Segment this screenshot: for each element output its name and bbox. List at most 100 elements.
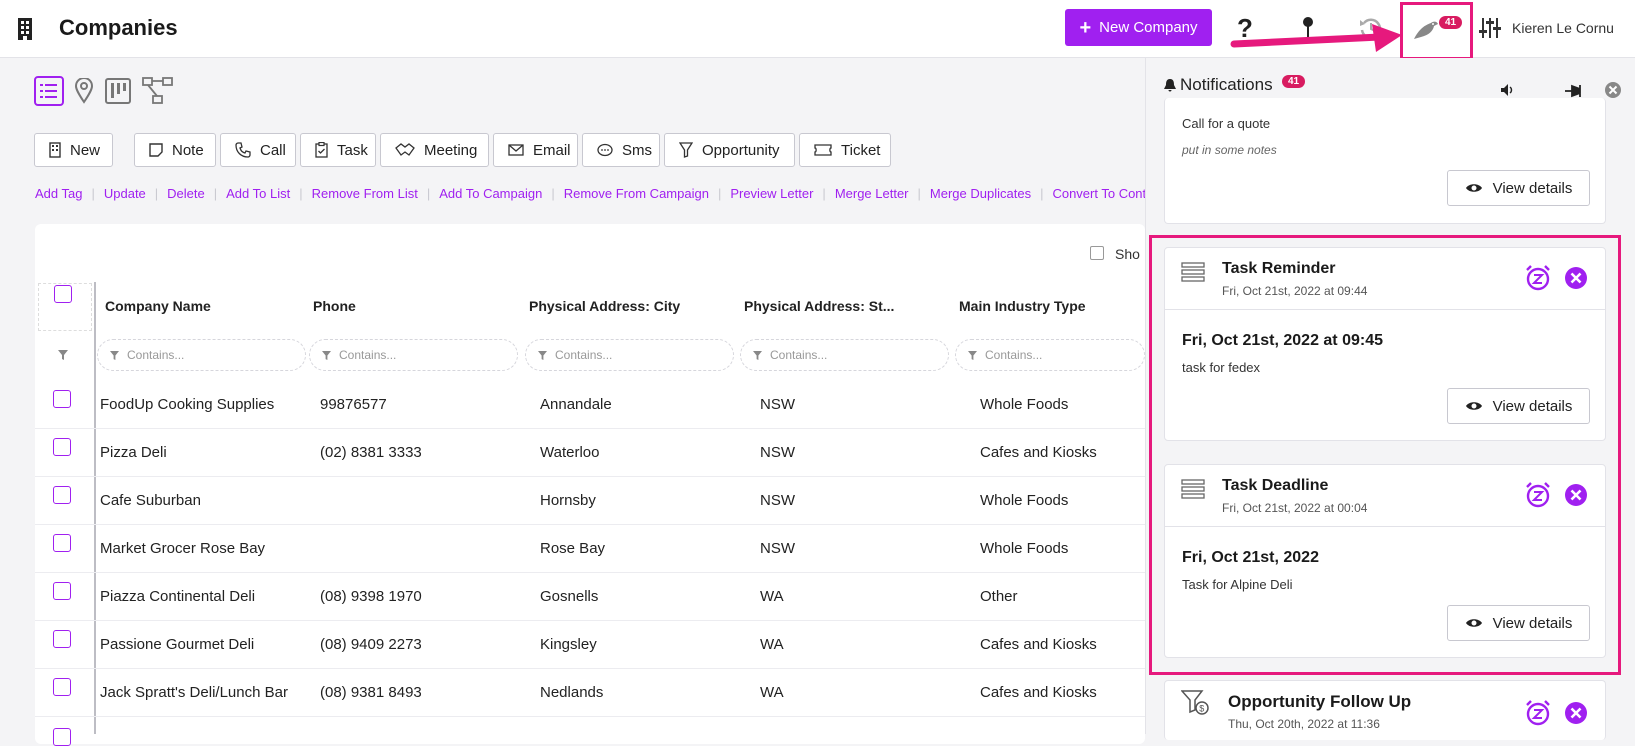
settings-sliders-icon[interactable] [1474,12,1506,44]
industry-cell: Cafes and Kiosks [980,636,1097,653]
close-panel-icon[interactable] [1604,81,1622,99]
map-view-icon[interactable] [69,76,99,106]
note-button[interactable]: Note [134,133,216,167]
notification-title: Task Reminder [1222,260,1336,277]
industry-cell: Cafes and Kiosks [980,444,1097,461]
svg-text:$: $ [1199,704,1204,714]
table-row[interactable]: Passione Gourmet Deli (08) 9409 2273 Kings… [35,621,1145,669]
bulk-actions-links: Add Tag | Update | Delete | Add To List | Re… [35,186,1182,201]
table-row[interactable]: FoodUp Cooking Supplies 99876577 Annandale… [35,381,1145,429]
snooze-alarm-icon[interactable] [1525,482,1551,508]
row-checkbox[interactable] [53,486,71,504]
board-view-icon[interactable] [103,76,133,106]
table-row[interactable]: Jack Spratt's Deli/Lunch Bar (08) 9381 84… [35,669,1145,717]
add-to-list-link[interactable]: Add To List [226,186,290,201]
notification-note: put in some notes [1182,143,1277,157]
view-details-button[interactable]: View details [1447,388,1590,424]
merge-duplicates-link[interactable]: Merge Duplicates [930,186,1031,201]
notification-time: Fri, Oct 21st, 2022 at 00:04 [1222,501,1368,515]
update-link[interactable]: Update [104,186,146,201]
email-button[interactable]: Email [493,133,578,167]
industry-cell: Cafes and Kiosks [980,684,1097,701]
column-header-company-name[interactable]: Company Name [105,298,211,314]
filter-input-state[interactable]: Contains... [740,339,949,371]
chat-bubble-icon [597,143,613,156]
dismiss-icon[interactable] [1564,483,1588,507]
remove-from-campaign-link[interactable]: Remove From Campaign [564,186,709,201]
row-checkbox[interactable] [53,390,71,408]
dismiss-icon[interactable] [1564,266,1588,290]
opportunity-button[interactable]: Opportunity [664,133,795,167]
snooze-alarm-icon[interactable] [1525,265,1551,291]
company-name-cell: Pizza Deli [100,444,167,461]
eye-icon [1465,619,1482,627]
note-label: Note [172,141,204,159]
eye-icon [1465,402,1482,410]
column-header-phone[interactable]: Phone [313,298,356,314]
task-list-icon [1181,262,1205,282]
view-details-button[interactable]: View details [1447,170,1590,206]
state-cell: WA [760,588,784,605]
notification-card-header: Task Reminder Fri, Oct 21st, 2022 at 09:… [1165,248,1605,310]
column-header-state[interactable]: Physical Address: St... [744,298,894,314]
add-to-campaign-link[interactable]: Add To Campaign [439,186,542,201]
row-checkbox[interactable] [53,582,71,600]
show-checkbox[interactable] [1090,246,1104,260]
table-row[interactable]: Cafe Suburban Hornsby NSW Whole Foods [35,477,1145,525]
bell-icon [1164,79,1176,92]
row-checkbox[interactable] [53,438,71,456]
dismiss-icon[interactable] [1564,701,1588,725]
hierarchy-view-icon[interactable] [141,76,175,106]
view-details-button[interactable]: View details [1447,605,1590,641]
meeting-button[interactable]: Meeting [380,133,489,167]
phone-cell: (08) 9398 1970 [320,588,422,605]
list-view-icon[interactable] [34,76,64,106]
notification-title: Opportunity Follow Up [1228,692,1412,711]
row-checkbox[interactable] [53,534,71,552]
table-row[interactable]: Piazza Continental Deli (08) 9398 1970 Gos… [35,573,1145,621]
filter-icon[interactable] [58,350,68,360]
funnel-dollar-icon: $ [1181,690,1209,715]
notification-text: Task for Alpine Deli [1182,577,1293,592]
preview-letter-link[interactable]: Preview Letter [730,186,813,201]
filter-input-city[interactable]: Contains... [525,339,734,371]
column-header-industry[interactable]: Main Industry Type [959,298,1086,314]
column-header-city[interactable]: Physical Address: City [529,298,680,314]
table-row[interactable]: Pizza Deli (02) 8381 3333 Waterloo NSW Cafes… [35,429,1145,477]
merge-letter-link[interactable]: Merge Letter [835,186,909,201]
header-checkbox-cell [38,283,92,331]
show-label: Sho [1115,246,1140,262]
new-company-button[interactable]: + New Company [1065,9,1212,46]
phone-cell: (08) 9381 8493 [320,684,422,701]
handshake-icon [395,143,415,156]
user-name[interactable]: Kieren Le Cornu [1512,20,1614,36]
notification-card-task-deadline: Task Deadline Fri, Oct 21st, 2022 at 00:… [1164,464,1606,658]
snooze-alarm-icon[interactable] [1525,700,1551,726]
add-tag-link[interactable]: Add Tag [35,186,82,201]
call-button[interactable]: Call [220,133,296,167]
filter-input-phone[interactable]: Contains... [309,339,518,371]
notification-title: Task Deadline [1222,477,1329,494]
row-checkbox[interactable] [53,630,71,648]
remove-from-list-link[interactable]: Remove From List [312,186,418,201]
new-button[interactable]: New [34,133,113,167]
company-name-cell: FoodUp Cooking Supplies [100,396,275,413]
task-button[interactable]: Task [300,133,376,167]
sms-label: Sms [622,141,652,159]
notification-card-task-reminder: Task Reminder Fri, Oct 21st, 2022 at 09:… [1164,247,1606,441]
sms-button[interactable]: Sms [582,133,660,167]
select-all-checkbox[interactable] [54,285,72,303]
row-checkbox[interactable] [53,678,71,696]
delete-link[interactable]: Delete [167,186,205,201]
table-row[interactable]: Market Grocer Rose Bay Rose Bay NSW Whole F… [35,525,1145,573]
notification-text: task for fedex [1182,360,1261,375]
row-checkbox[interactable] [53,728,71,746]
filter-input-company-name[interactable]: Contains... [97,339,306,371]
highlight-box-notification-icon [1400,2,1473,60]
pin-panel-icon[interactable] [1564,83,1584,99]
phone-cell: (02) 8381 3333 [320,444,422,461]
speaker-icon[interactable] [1500,83,1516,97]
city-cell: Waterloo [540,444,600,461]
ticket-button[interactable]: Ticket [799,133,891,167]
filter-input-industry[interactable]: Contains... [955,339,1145,371]
